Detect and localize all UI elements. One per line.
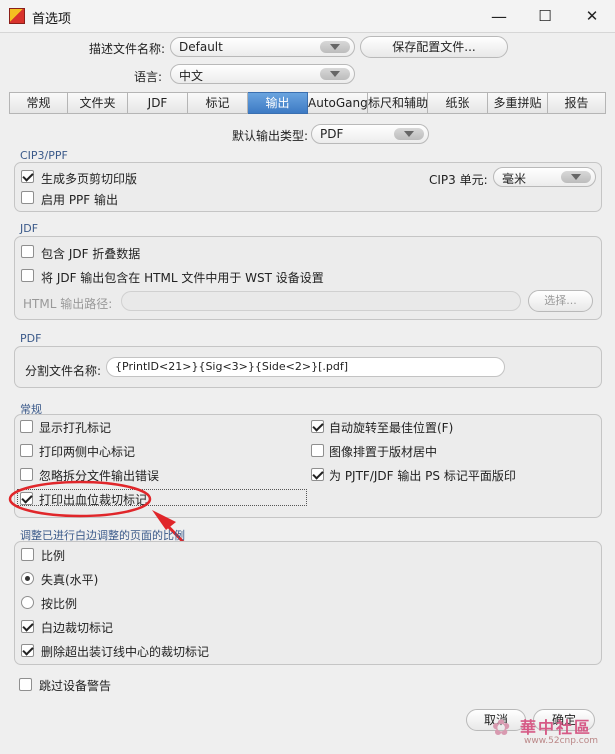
profile-value: Default — [179, 40, 223, 54]
center-image-checkbox[interactable] — [311, 444, 324, 457]
distort-radio[interactable] — [21, 572, 34, 585]
tab-general[interactable]: 常规 — [9, 92, 68, 114]
jdf-fold-checkbox[interactable] — [21, 245, 34, 258]
ratio-checkbox[interactable] — [21, 548, 34, 561]
delete-crop-checkbox[interactable] — [21, 644, 34, 657]
app-icon — [9, 8, 25, 24]
choose-path-button[interactable]: 选择... — [528, 290, 593, 312]
tab-autogang[interactable]: AutoGang — [308, 92, 368, 114]
cip3-unit-label: CIP3 单元: — [429, 173, 488, 187]
watermark-logo: ✿ 華中社區 www.52cnp.com — [484, 712, 612, 752]
enable-ppf-label: 启用 PPF 输出 — [41, 193, 119, 207]
jdf-embed-label: 将 JDF 输出包含在 HTML 文件中用于 WST 设备设置 — [41, 271, 324, 285]
center-image-label: 图像排置于版材居中 — [329, 445, 438, 459]
cip3-unit-select[interactable]: 毫米 — [493, 167, 596, 187]
gen-multi-label: 生成多页剪切印版 — [41, 172, 138, 186]
split-name-input[interactable]: {PrintID<21>}{Sig<3>}{Side<2>}[.pdf] — [106, 357, 505, 377]
pdf-section-title: PDF — [20, 332, 42, 345]
tab-output[interactable]: 输出 — [248, 92, 308, 114]
skip-warning-label: 跳过设备警告 — [39, 679, 112, 693]
language-value: 中文 — [179, 69, 204, 83]
watermark-mark: ✿ — [492, 716, 511, 741]
cip3-unit-value: 毫米 — [502, 172, 527, 186]
language-label: 语言: — [134, 70, 163, 84]
window-title: 首选项 — [32, 12, 72, 27]
center-marks-checkbox[interactable] — [20, 444, 33, 457]
html-path-input[interactable] — [121, 291, 521, 311]
chevron-down-icon — [394, 128, 424, 140]
tab-multi-gang[interactable]: 多重拼贴 — [488, 92, 548, 114]
language-select[interactable]: 中文 — [170, 64, 355, 84]
html-path-label: HTML 输出路径: — [23, 297, 113, 311]
split-name-value: {PrintID<21>}{Sig<3>}{Side<2>}[.pdf] — [115, 360, 349, 373]
tab-folders[interactable]: 文件夹 — [68, 92, 128, 114]
tab-bar: 常规 文件夹 JDF 标记 输出 AutoGang 标尺和辅助 纸张 多重拼贴 … — [9, 92, 606, 116]
profile-select[interactable]: Default — [170, 37, 355, 57]
jdf-embed-checkbox[interactable] — [21, 269, 34, 282]
chevron-down-icon — [320, 68, 350, 80]
split-name-label: 分割文件名称: — [25, 364, 102, 378]
center-marks-label: 打印两侧中心标记 — [39, 445, 136, 459]
proportional-label: 按比例 — [41, 597, 78, 611]
jdf-fold-label: 包含 JDF 折叠数据 — [41, 247, 141, 261]
enable-ppf-checkbox[interactable] — [21, 191, 34, 204]
punch-marks-label: 显示打孔标记 — [39, 421, 112, 435]
tab-paper[interactable]: 纸张 — [428, 92, 488, 114]
tab-jdf[interactable]: JDF — [128, 92, 188, 114]
punch-marks-checkbox[interactable] — [20, 420, 33, 433]
white-crop-label: 白边裁切标记 — [41, 621, 114, 635]
pjtf-ps-marks-label: 为 PJTF/JDF 输出 PS 标记平面版印 — [329, 469, 516, 483]
close-button[interactable]: ✕ — [569, 0, 615, 32]
auto-rotate-label: 自动旋转至最佳位置(F) — [329, 421, 454, 435]
gen-multi-checkbox[interactable] — [21, 170, 34, 183]
proportional-radio[interactable] — [21, 596, 34, 609]
chevron-down-icon — [561, 171, 591, 183]
tab-marks[interactable]: 标记 — [188, 92, 248, 114]
auto-rotate-checkbox[interactable] — [311, 420, 324, 433]
ratio-label: 比例 — [41, 549, 66, 563]
watermark-text: 華中社區 — [520, 718, 593, 737]
output-type-select[interactable]: PDF — [311, 124, 429, 144]
minimize-button[interactable]: — — [476, 0, 522, 32]
jdf-section-title: JDF — [20, 222, 39, 235]
maximize-button[interactable]: ☐ — [522, 0, 568, 32]
distort-label: 失真(水平) — [41, 573, 99, 587]
skip-warning-checkbox[interactable] — [19, 678, 32, 691]
profile-label: 描述文件名称: — [89, 42, 166, 56]
tab-report[interactable]: 报告 — [548, 92, 606, 114]
cip3-section-title: CIP3/PPF — [20, 149, 68, 162]
save-profile-button[interactable]: 保存配置文件... — [360, 36, 508, 58]
watermark-url: www.52cnp.com — [524, 736, 599, 746]
output-type-label: 默认输出类型: — [232, 129, 309, 143]
output-type-value: PDF — [320, 127, 344, 141]
delete-crop-label: 删除超出装订线中心的裁切标记 — [41, 645, 210, 659]
white-crop-checkbox[interactable] — [21, 620, 34, 633]
tab-rulers[interactable]: 标尺和辅助 — [368, 92, 428, 114]
chevron-down-icon — [320, 41, 350, 53]
annotation-ellipse — [8, 480, 152, 518]
